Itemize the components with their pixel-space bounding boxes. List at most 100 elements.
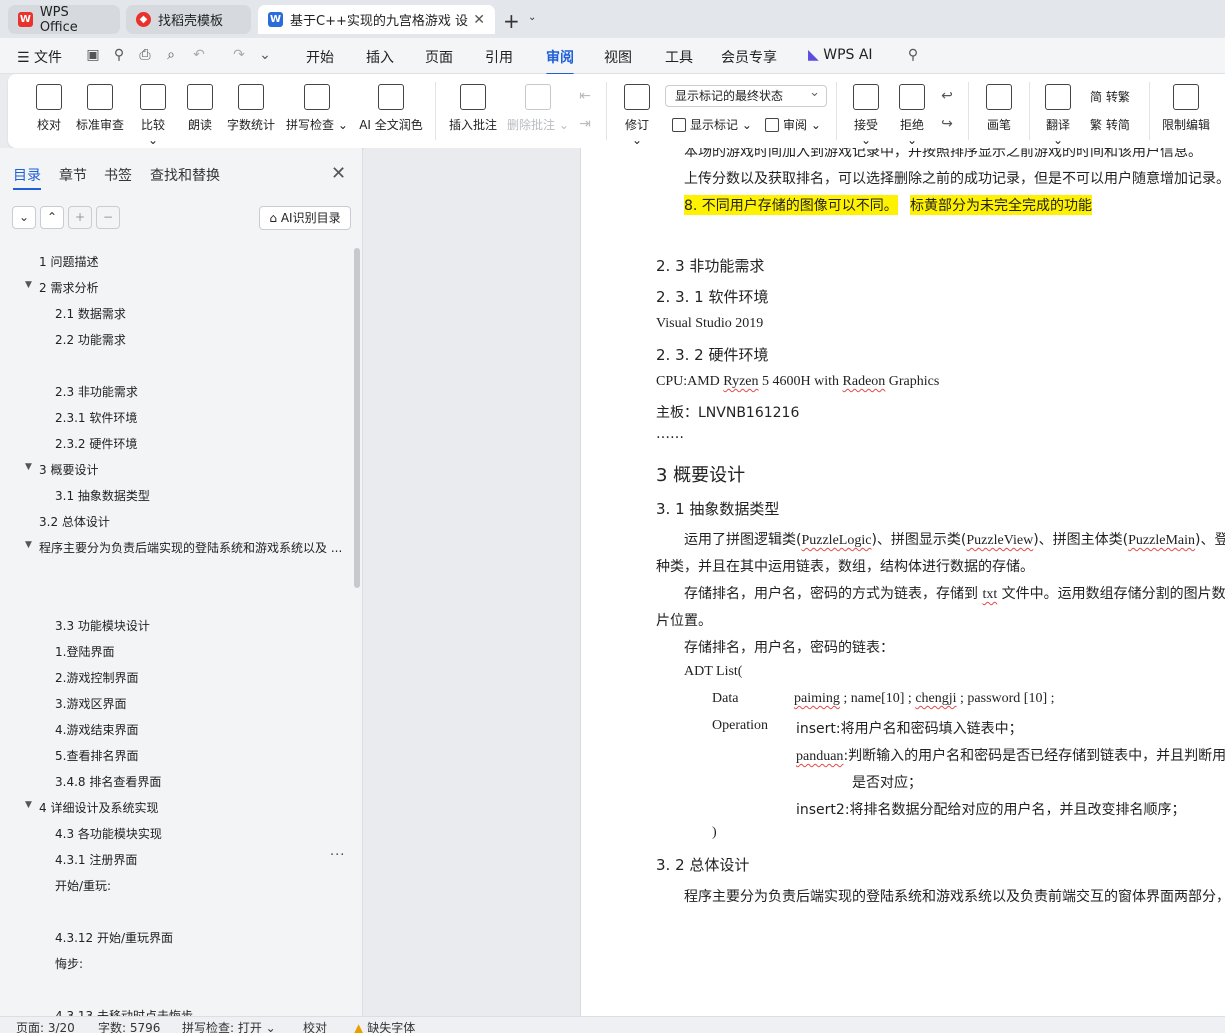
add-heading-button[interactable]: + xyxy=(68,206,92,229)
accept-button[interactable]: 接受 ⌄ xyxy=(848,84,884,147)
toc-item[interactable]: 3 概要设计 xyxy=(39,461,98,478)
delete-comment-button[interactable]: 删除批注 ⌄ xyxy=(507,84,569,133)
missing-font-indicator[interactable]: ▲ 缺失字体 xyxy=(354,1019,415,1033)
menu-page[interactable]: 页面 xyxy=(425,47,453,67)
toc-item[interactable]: 1 问题描述 xyxy=(39,253,98,270)
nav-tab-sections[interactable]: 章节 xyxy=(59,165,87,185)
ai-polish-button[interactable]: AI 全文润色 xyxy=(357,84,425,133)
close-pane-icon[interactable]: ✕ xyxy=(331,163,346,184)
spell-check-indicator[interactable]: 拼写检查: 打开 ⌄ xyxy=(182,1019,276,1033)
restrict-edit-button[interactable]: 限制编辑 xyxy=(1160,84,1212,133)
chevron-down-icon[interactable]: ⌄ xyxy=(528,12,536,23)
review-pane-button[interactable]: 审阅 ⌄ xyxy=(765,116,821,133)
toc-item[interactable]: 4 详细设计及系统实现 xyxy=(39,799,158,816)
word-count-button[interactable]: 字数统计 xyxy=(226,84,276,133)
toc-item[interactable]: 2 需求分析 xyxy=(39,279,98,296)
translate-button[interactable]: 翻译 ⌄ xyxy=(1040,84,1076,147)
expand-caret-icon[interactable]: ▼ xyxy=(25,462,32,472)
nav-tab-find-replace[interactable]: 查找和替换 xyxy=(150,165,220,185)
expand-caret-icon[interactable]: ▼ xyxy=(25,540,32,550)
expand-up-button[interactable]: ⌃ xyxy=(40,206,64,229)
word-count-indicator[interactable]: 字数: 5796 xyxy=(98,1019,160,1033)
toc-item[interactable]: 5.查看排名界面 xyxy=(55,747,138,764)
next-change-icon[interactable]: ↪ xyxy=(939,116,955,132)
export-icon[interactable]: ⚲ xyxy=(111,47,127,63)
collapse-all-button[interactable]: ⌄ xyxy=(12,206,36,229)
toc-item[interactable]: 1.登陆界面 xyxy=(55,643,114,660)
file-menu[interactable]: ☰ 文件 xyxy=(17,47,62,67)
previous-comment-icon[interactable]: ⇤ xyxy=(577,88,593,104)
redo-icon[interactable]: ↷ xyxy=(231,47,247,63)
tab-docer[interactable]: ◆ 找稻壳模板 xyxy=(126,5,251,34)
toc-item[interactable]: 悔步: xyxy=(55,955,83,972)
toc-item[interactable]: 开始/重玩: xyxy=(55,877,111,894)
document-page[interactable]: 本场的游戏时间加入到游戏记录中，并按照排序显示之前游戏的时间和该用户信息。 上传… xyxy=(580,148,1225,1016)
to-simplified-button[interactable]: 繁 转简 xyxy=(1090,116,1130,133)
toc-item[interactable]: 2.3.2 硬件环境 xyxy=(55,435,137,452)
wps-ai-menu[interactable]: ◣ WPS AI xyxy=(808,47,873,63)
ai-toc-icon: ⌂ xyxy=(269,211,278,225)
accept-icon xyxy=(853,84,879,110)
print-icon[interactable]: ⎙ xyxy=(137,47,153,63)
toc-item[interactable]: 3.3 功能模块设计 xyxy=(55,617,150,634)
previous-change-icon[interactable]: ↩ xyxy=(939,88,955,104)
toc-item[interactable]: 3.游戏区界面 xyxy=(55,695,126,712)
next-comment-icon[interactable]: ⇥ xyxy=(577,116,593,132)
toc-item[interactable]: 2.3 非功能需求 xyxy=(55,383,138,400)
toc-item[interactable]: 2.1 数据需求 xyxy=(55,305,126,322)
compare-button[interactable]: 比较 ⌄ xyxy=(135,84,171,147)
more-options-icon[interactable]: ··· xyxy=(330,848,345,863)
tab-wps-office[interactable]: W WPS Office xyxy=(8,5,120,35)
text-run: Radeon xyxy=(842,374,886,389)
nav-tab-toc[interactable]: 目录 xyxy=(13,165,41,190)
page-indicator[interactable]: 页面: 3/20 xyxy=(16,1019,75,1033)
expand-caret-icon[interactable]: ▼ xyxy=(25,280,32,290)
menu-tools[interactable]: 工具 xyxy=(665,47,693,67)
tab-document[interactable]: W 基于C++实现的九宫格游戏 设 ✕ xyxy=(258,5,495,34)
text-run: :判断输入的用户名和密码是否已经存储到链表中，并且判断用 xyxy=(843,748,1225,764)
print-preview-icon[interactable]: ⌕ xyxy=(163,47,179,63)
toc-item[interactable]: 2.游戏控制界面 xyxy=(55,669,138,686)
proofread-button[interactable]: 校对 xyxy=(34,84,64,133)
toc-item[interactable]: 3.4.8 排名查看界面 xyxy=(55,773,161,790)
chevron-down-icon[interactable]: ⌄ xyxy=(257,47,273,63)
standard-review-button[interactable]: 标准审查 xyxy=(75,84,125,133)
show-markup-button[interactable]: 显示标记 ⌄ xyxy=(672,116,752,133)
menu-review[interactable]: 审阅 xyxy=(546,47,574,76)
spell-check-button[interactable]: 拼写检查 ⌄ xyxy=(286,84,348,133)
reject-button[interactable]: 拒绝 ⌄ xyxy=(894,84,930,147)
menu-insert[interactable]: 插入 xyxy=(366,47,394,67)
toc-item[interactable]: 2.2 功能需求 xyxy=(55,331,126,348)
to-traditional-button[interactable]: 简 转繁 xyxy=(1090,88,1130,105)
toc-item[interactable]: 4.3 各功能模块实现 xyxy=(55,825,162,842)
revise-button[interactable]: 修订 ⌄ xyxy=(619,84,655,147)
pen-button[interactable]: 画笔 xyxy=(984,84,1014,133)
text-run: paiming xyxy=(794,691,840,706)
toc-item[interactable]: 2.3.1 软件环境 xyxy=(55,409,137,426)
toc-item[interactable]: 3.2 总体设计 xyxy=(39,513,110,530)
menu-reference[interactable]: 引用 xyxy=(485,47,513,67)
search-icon[interactable]: ⚲ xyxy=(905,47,921,63)
remove-heading-button[interactable]: − xyxy=(96,206,120,229)
toc-item[interactable]: 程序主要分为负责后端实现的登陆系统和游戏系统以及 ... xyxy=(39,539,342,556)
menu-start[interactable]: 开始 xyxy=(306,47,334,67)
toc-item[interactable]: 4.3.12 开始/重玩界面 xyxy=(55,929,173,946)
menu-member[interactable]: 会员专享 xyxy=(721,47,777,67)
toc-item[interactable]: 4.游戏结束界面 xyxy=(55,721,138,738)
proofread-indicator[interactable]: 校对 xyxy=(303,1019,327,1033)
nav-tab-bookmarks[interactable]: 书签 xyxy=(104,165,132,185)
new-tab-icon[interactable]: + xyxy=(503,9,520,33)
close-tab-icon[interactable]: ✕ xyxy=(473,12,485,28)
expand-caret-icon[interactable]: ▼ xyxy=(25,800,32,810)
menu-view[interactable]: 视图 xyxy=(604,47,632,67)
toc-item[interactable]: 3.1 抽象数据类型 xyxy=(55,487,150,504)
toc-scrollbar[interactable] xyxy=(354,248,360,588)
toc-item[interactable]: 4.3.1 注册界面 xyxy=(55,851,137,868)
undo-icon[interactable]: ↶ xyxy=(191,47,207,63)
markup-mode-select[interactable]: 显示标记的最终状态 xyxy=(665,83,827,107)
insert-comment-button[interactable]: 插入批注 xyxy=(447,84,499,133)
save-icon[interactable]: ▣ xyxy=(85,47,101,63)
ai-toc-button[interactable]: ⌂ AI识别目录 xyxy=(259,206,351,230)
doc-paragraph: 种类，并且在其中运用链表，数组，结构体进行数据的存储。 xyxy=(656,559,1034,575)
read-aloud-button[interactable]: 朗读 xyxy=(185,84,215,133)
